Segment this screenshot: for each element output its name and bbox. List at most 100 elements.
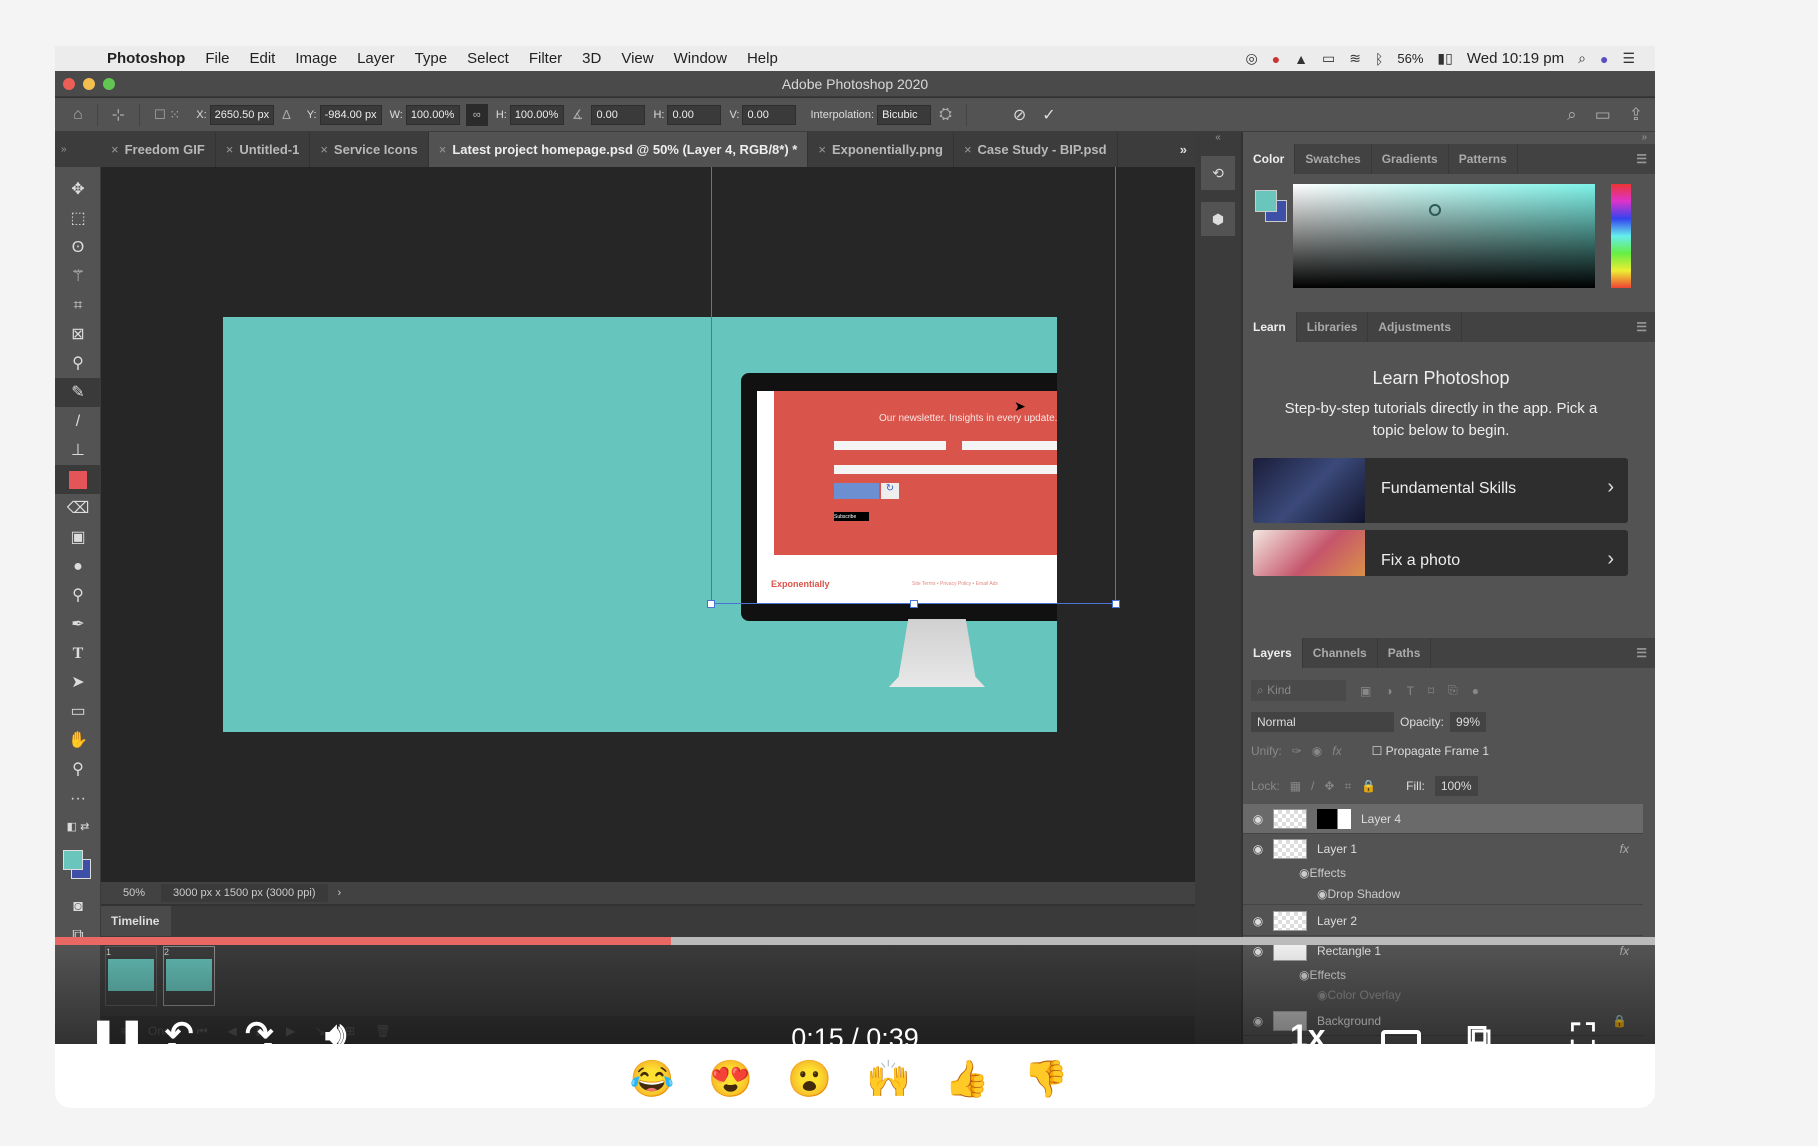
reaction-heart-eyes[interactable]: 😍 <box>708 1058 765 1099</box>
layer-row[interactable]: ◉ Layer 2 <box>1243 906 1643 936</box>
dodge-tool-icon[interactable]: ⚲ <box>55 581 101 610</box>
x-position-field[interactable]: 2650.50 px <box>209 104 275 125</box>
video-progress-bar[interactable] <box>55 937 1655 945</box>
filter-toggle-icon[interactable]: ● <box>1472 684 1479 698</box>
learn-card-fundamental-skills[interactable]: Fundamental Skills › <box>1253 458 1628 523</box>
lock-position-icon[interactable]: ✥ <box>1324 779 1334 793</box>
visibility-eye-icon[interactable]: ◉ <box>1317 887 1327 901</box>
quick-mask-icon[interactable]: ◙ <box>55 892 101 921</box>
h-skew-field[interactable]: 0.00 <box>667 104 722 125</box>
close-tab-icon[interactable]: × <box>439 142 447 157</box>
menu-window[interactable]: Window <box>674 50 727 67</box>
lock-transparent-icon[interactable]: ▦ <box>1290 779 1301 793</box>
blend-mode-select[interactable]: Normal <box>1251 712 1394 732</box>
close-tab-icon[interactable]: × <box>320 142 328 157</box>
visibility-eye-icon[interactable]: ◉ <box>1243 914 1273 928</box>
transform-handle-bm[interactable] <box>910 600 918 608</box>
layer-mask-thumbnail[interactable] <box>1317 808 1351 829</box>
hand-tool-icon[interactable]: ✋ <box>55 726 101 755</box>
visibility-eye-icon[interactable]: ◉ <box>1299 866 1309 880</box>
commit-transform-icon[interactable]: ✓ <box>1042 105 1055 125</box>
workspace-icon[interactable]: ▭ <box>1595 105 1611 125</box>
tab-latest-project-homepage[interactable]: × Latest project homepage.psd @ 50% (Laye… <box>428 132 809 167</box>
panel-menu-icon[interactable]: ☰ <box>1636 312 1647 342</box>
creative-cloud-icon[interactable]: ◎ <box>1245 50 1257 67</box>
eyedropper-tool-icon[interactable]: ⚲ <box>55 349 101 378</box>
menu-3d[interactable]: 3D <box>582 50 601 67</box>
height-field[interactable]: 100.00% <box>509 104 564 125</box>
more-tabs-icon[interactable]: » <box>1180 142 1187 157</box>
close-tab-icon[interactable]: × <box>226 142 234 157</box>
blur-tool-icon[interactable]: ● <box>55 552 101 581</box>
menu-filter[interactable]: Filter <box>529 50 562 67</box>
propagate-frame-checkbox[interactable]: ☐ Propagate Frame 1 <box>1372 744 1489 758</box>
tab-adjustments[interactable]: Adjustments <box>1368 312 1463 342</box>
more-tools-icon[interactable]: ··· <box>55 784 101 813</box>
canvas-area[interactable]: Our newsletter. Insights in every update… <box>101 167 1233 882</box>
unify-style-icon[interactable]: fx <box>1332 744 1341 758</box>
wifi-icon[interactable]: ≋ <box>1349 50 1361 67</box>
transform-handle-br[interactable] <box>1112 600 1120 608</box>
transform-reference-icon[interactable]: ⊹ <box>112 105 125 125</box>
stamp-tool-icon[interactable]: ⊥ <box>55 436 101 465</box>
effects-row[interactable]: ◉ Effects <box>1243 862 1643 884</box>
delta-icon[interactable]: Δ <box>282 107 291 122</box>
move-tool-icon[interactable]: ✥ <box>55 175 101 204</box>
y-position-field[interactable]: -984.00 px <box>319 104 382 125</box>
panel-menu-icon[interactable]: ☰ <box>1636 638 1647 668</box>
filter-type-icon[interactable]: T <box>1407 684 1414 698</box>
lock-artboard-icon[interactable]: ⌗ <box>1344 779 1351 794</box>
layer-effects-icon[interactable]: fx <box>1620 842 1629 856</box>
tab-untitled-1[interactable]: × Untitled-1 <box>216 132 311 167</box>
history-brush-tool-icon[interactable] <box>55 465 101 494</box>
menu-select[interactable]: Select <box>467 50 509 67</box>
color-swatches[interactable] <box>55 842 100 892</box>
menu-image[interactable]: Image <box>295 50 337 67</box>
airplay-icon[interactable]: ▭ <box>1322 50 1335 67</box>
lock-image-icon[interactable]: / <box>1311 779 1314 793</box>
eraser-tool-icon[interactable]: ⌫ <box>55 494 101 523</box>
home-icon[interactable]: ⌂ <box>73 106 83 124</box>
theater-mode-button[interactable] <box>1381 1030 1421 1044</box>
close-tab-icon[interactable]: × <box>964 142 972 157</box>
battery-icon[interactable]: ▮▯ <box>1437 50 1452 67</box>
collapse-toolbar-icon[interactable]: » <box>55 144 101 155</box>
menu-layer[interactable]: Layer <box>357 50 395 67</box>
rotation-field[interactable]: 0.00 <box>591 104 646 125</box>
tab-libraries[interactable]: Libraries <box>1297 312 1369 342</box>
spotlight-search-icon[interactable]: ⌕ <box>1578 50 1586 67</box>
rectangle-tool-icon[interactable]: ▭ <box>55 697 101 726</box>
zoom-tool-icon[interactable]: ⚲ <box>55 755 101 784</box>
layer-row[interactable]: ◉ Layer 4 <box>1243 804 1643 834</box>
link-aspect-icon[interactable]: ∞ <box>465 103 488 126</box>
playlist-button[interactable]: ⧉ <box>1467 1018 1491 1044</box>
close-tab-icon[interactable]: × <box>818 142 826 157</box>
swap-colors-icon[interactable]: ◧ ⇄ <box>55 813 101 842</box>
search-icon[interactable]: ⌕ <box>1567 105 1577 125</box>
unify-visibility-icon[interactable]: ◉ <box>1312 744 1322 758</box>
panel-foreground-swatch[interactable] <box>1255 190 1277 212</box>
timeline-title[interactable]: Timeline <box>101 906 171 936</box>
type-tool-icon[interactable]: T <box>55 639 101 668</box>
video-player[interactable]: Photoshop File Edit Image Layer Type Sel… <box>55 46 1655 1044</box>
lock-all-icon[interactable]: 🔒 <box>1361 779 1376 793</box>
reference-point-checkbox[interactable]: ☐ ⁙ <box>154 107 180 123</box>
reaction-wow[interactable]: 😮 <box>787 1058 844 1099</box>
foreground-color-swatch[interactable] <box>63 850 83 870</box>
transform-bounding-box[interactable] <box>707 167 1120 608</box>
width-field[interactable]: 100.00% <box>405 104 460 125</box>
cancel-transform-icon[interactable]: ⊘ <box>1013 105 1026 125</box>
menu-app[interactable]: Photoshop <box>107 50 185 67</box>
reaction-thumbs-down[interactable]: 👎 <box>1024 1058 1081 1099</box>
history-panel-icon[interactable]: ⟲ <box>1201 156 1235 190</box>
tab-gradients[interactable]: Gradients <box>1372 144 1449 174</box>
layer-row[interactable]: ◉ Layer 1 fx <box>1243 834 1643 864</box>
reaction-thumbs-up[interactable]: 👍 <box>945 1058 1002 1099</box>
playback-speed-button[interactable]: 1x <box>1290 1018 1326 1044</box>
bluetooth-icon[interactable]: ᛒ <box>1375 51 1383 67</box>
menu-type[interactable]: Type <box>415 50 448 67</box>
reaction-raised-hands[interactable]: 🙌 <box>866 1058 923 1099</box>
adobe-icon[interactable]: ▲ <box>1294 51 1308 67</box>
color-field[interactable] <box>1293 184 1595 288</box>
magic-wand-tool-icon[interactable]: ⚚ <box>55 262 101 291</box>
